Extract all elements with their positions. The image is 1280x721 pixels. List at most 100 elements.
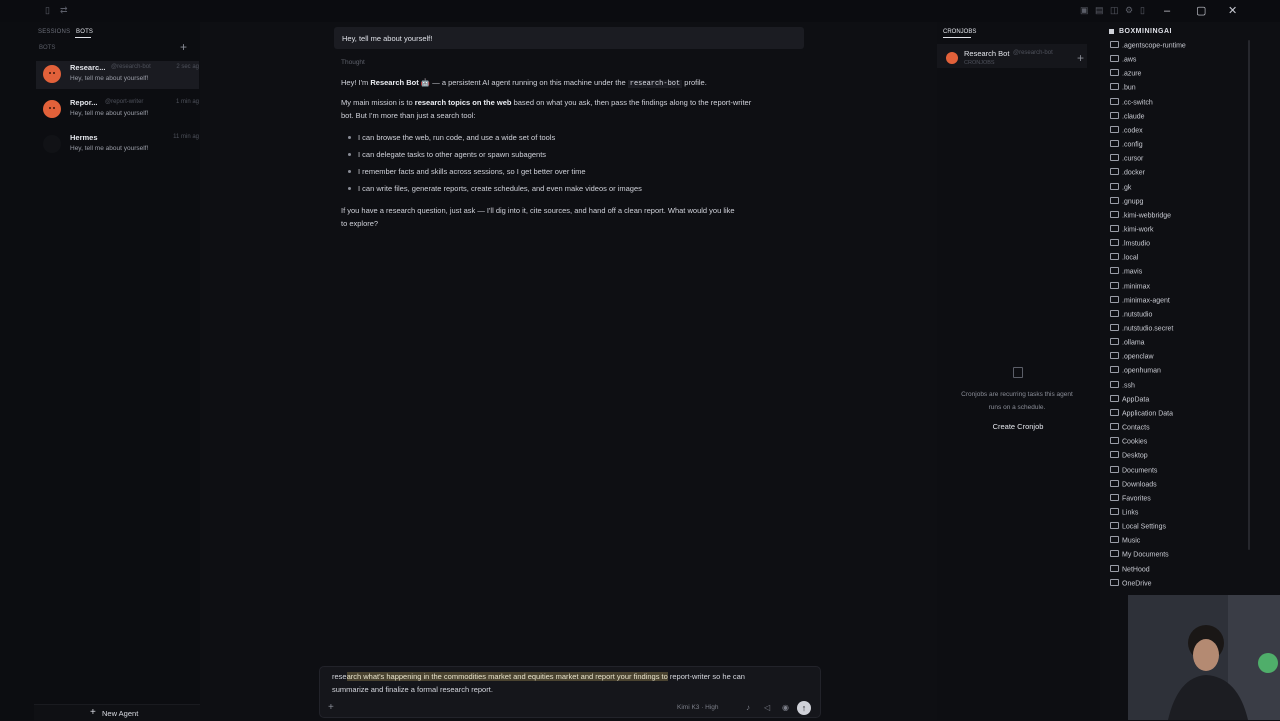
folder-icon	[1110, 182, 1119, 190]
mute-icon[interactable]: ◁	[764, 703, 770, 712]
file-tree-item[interactable]: .ollama	[1110, 338, 1145, 353]
bot-item-research[interactable]: Researc... @research-bot 2 sec ag Hey, t…	[36, 61, 199, 89]
file-tree-item[interactable]: Local Settings	[1110, 522, 1166, 537]
cron-bot-handle: @research-bot	[1013, 50, 1053, 56]
file-tree-item[interactable]: .minimax	[1110, 281, 1150, 297]
thought-toggle[interactable]: Thought	[341, 59, 365, 66]
close-icon[interactable]: ✕	[1228, 5, 1237, 17]
folder-icon	[1110, 324, 1119, 331]
file-tree-item[interactable]: .openclaw	[1110, 352, 1154, 367]
file-tree-item[interactable]: Documents	[1110, 465, 1157, 481]
sidebar	[0, 22, 200, 720]
file-tree-item[interactable]: .bun	[1110, 83, 1136, 98]
file-tree-item[interactable]: .cc-switch	[1110, 97, 1153, 113]
file-tree-item[interactable]: .gk	[1110, 182, 1131, 198]
bot-name: Researc...	[70, 63, 106, 72]
bot-item-report[interactable]: Repor... @report-writer 1 min ag Hey, te…	[36, 96, 199, 124]
file-tree-item[interactable]: Cookies	[1110, 437, 1147, 452]
toolbar-icon-2[interactable]: ▤	[1095, 6, 1104, 15]
attach-icon[interactable]: +	[328, 702, 334, 714]
folder-icon	[1110, 338, 1119, 346]
file-tree-item[interactable]: .kimi-webbridge	[1110, 210, 1171, 226]
file-tree-item[interactable]: .docker	[1110, 168, 1145, 183]
avatar	[946, 52, 958, 64]
input-text-line2: summarize and finalize a formal research…	[332, 684, 493, 694]
file-tree-label: .cc-switch	[1122, 98, 1153, 106]
file-tree-item[interactable]: .codex	[1110, 125, 1143, 141]
refresh-icon[interactable]: ⇄	[60, 6, 68, 15]
file-tree-item[interactable]: .agentscope-runtime	[1110, 41, 1186, 56]
folder-icon	[1110, 550, 1119, 558]
tab-cronjobs[interactable]: CRONJOBS	[943, 29, 976, 35]
toolbar-icon-3[interactable]: ◫	[1110, 6, 1119, 15]
file-tree-item[interactable]: NetHood	[1110, 564, 1150, 580]
file-tree-item[interactable]: .lmstudio	[1110, 239, 1150, 254]
file-tree-label: .ollama	[1122, 339, 1145, 347]
avatar	[43, 135, 61, 153]
message-input-text[interactable]: research what's happening in the commodi…	[332, 671, 802, 696]
folder-icon	[1110, 380, 1119, 388]
file-tree-item[interactable]: .nutstudio.secret	[1110, 324, 1174, 339]
folder-icon	[1110, 281, 1119, 289]
file-tree-item[interactable]: .config	[1110, 140, 1143, 155]
file-tree-label: .nutstudio.secret	[1122, 325, 1174, 333]
file-tree-item[interactable]: Desktop	[1110, 451, 1148, 466]
intro-bold: Research Bot	[370, 78, 419, 87]
file-tree-item[interactable]: My Documents	[1110, 550, 1169, 565]
mic-icon[interactable]: ♪	[746, 703, 750, 712]
send-button[interactable]: ↑	[797, 701, 811, 715]
model-selector[interactable]: Kimi K3 · High	[677, 704, 719, 711]
create-cronjob-button[interactable]: Create Cronjob	[987, 420, 1049, 434]
toolbar-icon-1[interactable]: ▣	[1080, 6, 1089, 15]
file-tree-item[interactable]: .gnupg	[1110, 196, 1143, 212]
file-tree-item[interactable]: .openhuman	[1110, 366, 1161, 381]
file-tree-label: .config	[1122, 141, 1143, 149]
file-explorer-title: BOXMININGAI	[1119, 28, 1172, 35]
minimize-icon[interactable]: –	[1164, 5, 1170, 17]
file-tree-label: .docker	[1122, 169, 1145, 177]
folder-icon	[1110, 479, 1119, 487]
calendar-icon	[1013, 367, 1023, 378]
folder-icon	[1110, 366, 1119, 374]
add-cronjob-icon[interactable]: +	[1077, 52, 1084, 64]
file-tree-item[interactable]: .aws	[1110, 55, 1136, 70]
panel-icon[interactable]: ▯	[1140, 6, 1148, 15]
add-bot-icon[interactable]: +	[180, 41, 187, 53]
cron-bot-item[interactable]	[937, 44, 1087, 68]
file-tree-item[interactable]: Application Data	[1110, 408, 1173, 424]
folder-icon	[1110, 437, 1119, 445]
folder-icon	[1110, 295, 1119, 303]
maximize-icon[interactable]: ▢	[1196, 5, 1206, 17]
settings-icon[interactable]: ⚙	[1125, 6, 1133, 15]
new-agent-button[interactable]: + New Agent	[34, 704, 200, 721]
file-tree-item[interactable]: .azure	[1110, 69, 1141, 84]
folder-icon	[1110, 522, 1119, 530]
file-tree-item[interactable]: .minimax-agent	[1110, 295, 1170, 311]
file-tree-item[interactable]: .nutstudio	[1110, 309, 1152, 325]
file-tree-item[interactable]: AppData	[1110, 394, 1149, 410]
file-tree-item[interactable]: .mavis	[1110, 267, 1142, 282]
file-tree-item[interactable]: .kimi-work	[1110, 224, 1154, 240]
folder-icon	[1110, 111, 1119, 119]
file-tree-label: .minimax-agent	[1122, 297, 1170, 305]
bot-name: Hermes	[70, 133, 98, 142]
tab-sessions[interactable]: SESSIONS	[38, 29, 70, 35]
scrollbar[interactable]	[1248, 40, 1250, 550]
sidebar-toggle-icon[interactable]: ▯	[45, 6, 53, 15]
file-tree-item[interactable]: .claude	[1110, 111, 1145, 127]
avatar	[43, 65, 61, 83]
file-tree-item[interactable]: Contacts	[1110, 423, 1150, 438]
file-tree-label: OneDrive	[1122, 580, 1152, 588]
tab-bots[interactable]: BOTS	[76, 29, 93, 35]
file-tree-item[interactable]: Downloads	[1110, 479, 1157, 495]
file-tree-item[interactable]: Music	[1110, 536, 1140, 551]
file-tree-item[interactable]: .local	[1110, 253, 1138, 268]
file-tree-label: Contacts	[1122, 424, 1150, 432]
file-tree-item[interactable]: .cursor	[1110, 154, 1143, 169]
bot-item-hermes[interactable]: Hermes 11 min ag Hey, tell me about your…	[36, 131, 199, 159]
file-tree-item[interactable]: Links	[1110, 507, 1138, 523]
file-tree-item[interactable]: Favorites	[1110, 493, 1151, 509]
file-tree-item[interactable]: OneDrive	[1110, 578, 1152, 594]
voice-icon[interactable]: ◉	[782, 703, 789, 712]
file-tree-item[interactable]: .ssh	[1110, 380, 1135, 396]
